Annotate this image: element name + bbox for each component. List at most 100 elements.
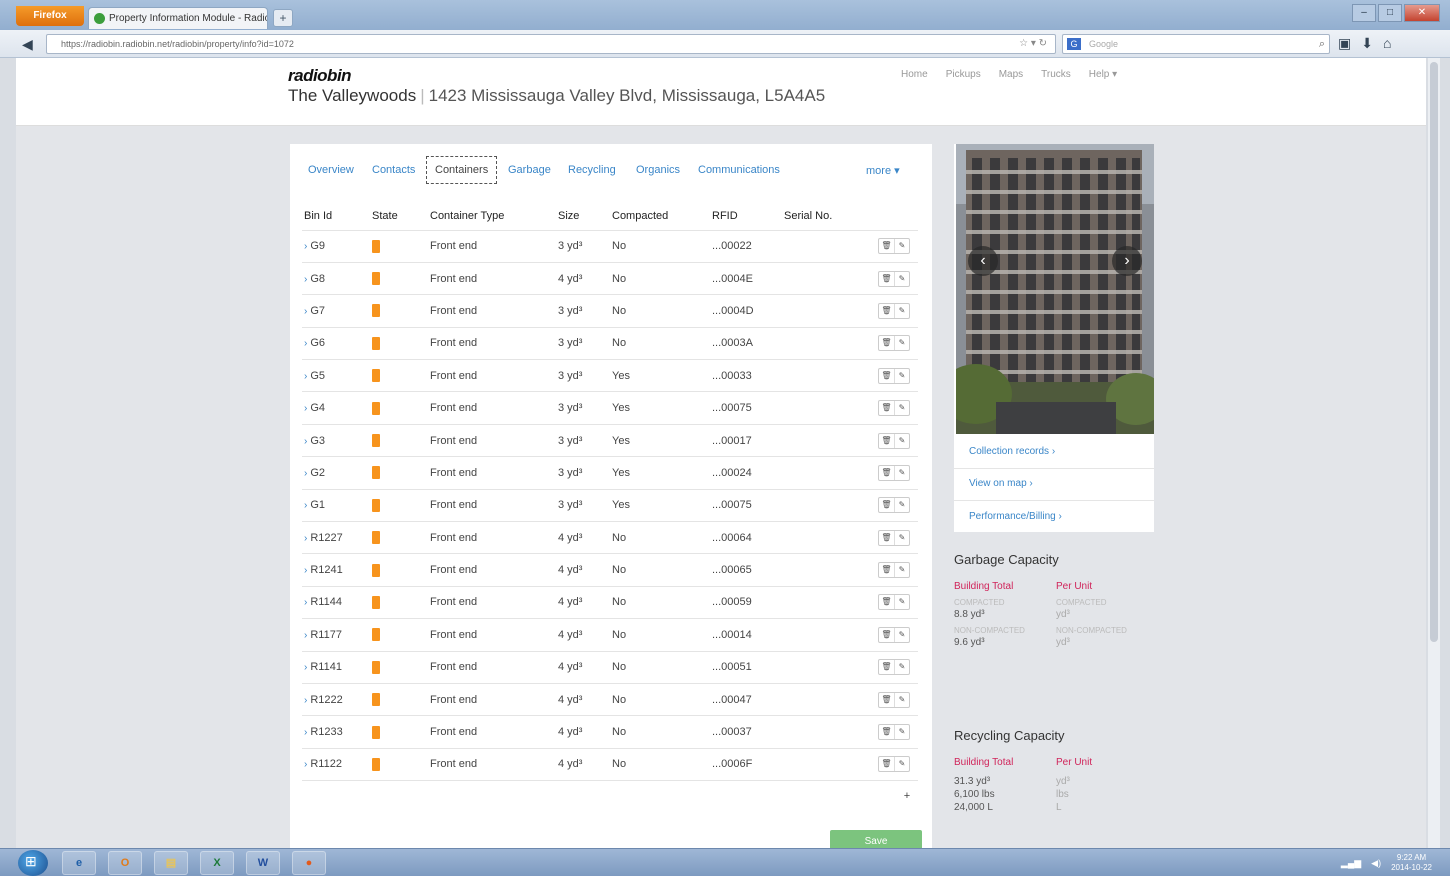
expand-chevron-icon[interactable]: › [304, 597, 307, 608]
edit-icon[interactable]: ✎ [894, 368, 909, 383]
bin-id-link[interactable]: R1227 [310, 532, 342, 544]
table-row[interactable]: › G3 Front end 3 yd³ Yes ...00017 🗑 ✎ [302, 423, 918, 457]
table-row[interactable]: › G8 Front end 4 yd³ No ...0004E 🗑 ✎ [302, 261, 918, 295]
add-container-button[interactable]: + [898, 790, 916, 806]
table-row[interactable]: › G7 Front end 3 yd³ No ...0004D 🗑 ✎ [302, 294, 918, 328]
bin-id-link[interactable]: R1122 [310, 758, 342, 770]
collection-records-link[interactable]: Collection records › [969, 446, 1055, 457]
firefox-menu-button[interactable]: Firefox [16, 6, 84, 26]
bin-id-cell[interactable]: › G3 [302, 423, 370, 457]
search-icon[interactable]: ⌕ [1319, 35, 1325, 53]
new-tab-button[interactable]: + [273, 9, 293, 27]
expand-chevron-icon[interactable]: › [304, 468, 307, 479]
edit-icon[interactable]: ✎ [894, 595, 909, 610]
table-row[interactable]: › R1233 Front end 4 yd³ No ...00037 🗑 ✎ [302, 715, 918, 749]
tab-recycling[interactable]: Recycling [568, 164, 616, 176]
table-row[interactable]: › R1222 Front end 4 yd³ No ...00047 🗑 ✎ [302, 682, 918, 716]
bin-id-link[interactable]: G3 [310, 435, 325, 447]
bin-id-link[interactable]: G9 [310, 240, 325, 252]
back-arrow-icon[interactable]: ◀ [22, 35, 40, 53]
reload-icon[interactable]: ☆ ▾ ↻ [1019, 35, 1047, 53]
expand-chevron-icon[interactable]: › [304, 403, 307, 414]
delete-icon[interactable]: 🗑 [879, 660, 894, 674]
delete-icon[interactable]: 🗑 [879, 369, 894, 383]
word-taskbar-icon[interactable]: W [246, 851, 280, 875]
delete-icon[interactable]: 🗑 [879, 595, 894, 609]
bin-id-link[interactable]: R1141 [310, 661, 342, 673]
table-row[interactable]: › G2 Front end 3 yd³ Yes ...00024 🗑 ✎ [302, 456, 918, 490]
clock[interactable]: 9:22 AM 2014-10-22 [1391, 853, 1432, 873]
bin-id-link[interactable]: G8 [310, 273, 325, 285]
edit-icon[interactable]: ✎ [894, 498, 909, 513]
delete-icon[interactable]: 🗑 [879, 401, 894, 415]
volume-icon[interactable]: ◀) [1371, 858, 1381, 869]
delete-icon[interactable]: 🗑 [879, 531, 894, 545]
save-button[interactable]: Save [830, 830, 922, 848]
bin-id-cell[interactable]: › G8 [302, 261, 370, 295]
url-bar[interactable]: https://radiobin.radiobin.net/radiobin/p… [46, 34, 1056, 54]
expand-chevron-icon[interactable]: › [304, 306, 307, 317]
table-row[interactable]: › R1122 Front end 4 yd³ No ...0006F 🗑 ✎ [302, 747, 918, 782]
radiobin-logo[interactable]: radiobin [288, 66, 352, 86]
table-row[interactable]: › R1141 Front end 4 yd³ No ...00051 🗑 ✎ [302, 650, 918, 684]
bin-id-link[interactable]: G1 [310, 499, 325, 511]
edit-icon[interactable]: ✎ [894, 336, 909, 351]
edit-icon[interactable]: ✎ [894, 757, 909, 772]
bin-id-cell[interactable]: › R1122 [302, 747, 370, 782]
home-icon[interactable]: ⌂ [1383, 35, 1391, 52]
edit-icon[interactable]: ✎ [894, 465, 909, 480]
bin-id-link[interactable]: G2 [310, 467, 325, 479]
table-row[interactable]: › G4 Front end 3 yd³ Yes ...00075 🗑 ✎ [302, 391, 918, 425]
start-button-icon[interactable] [18, 850, 48, 876]
network-icon[interactable]: ▂▄▆ [1341, 858, 1361, 869]
excel-taskbar-icon[interactable]: X [200, 851, 234, 875]
nav-trucks[interactable]: Trucks [1041, 69, 1071, 80]
bin-id-link[interactable]: G4 [310, 402, 325, 414]
view-on-map-link[interactable]: View on map › [969, 478, 1033, 489]
tab-garbage[interactable]: Garbage [508, 164, 551, 176]
expand-chevron-icon[interactable]: › [304, 338, 307, 349]
table-row[interactable]: › G6 Front end 3 yd³ No ...0003A 🗑 ✎ [302, 326, 918, 360]
minimize-icon[interactable]: – [1352, 4, 1376, 22]
tab-organics[interactable]: Organics [636, 164, 680, 176]
download-icon[interactable]: ⬇ [1361, 35, 1373, 52]
bin-id-link[interactable]: R1144 [310, 596, 342, 608]
tab-containers[interactable]: Containers [426, 156, 498, 184]
delete-icon[interactable]: 🗑 [879, 272, 894, 286]
bin-id-link[interactable]: G5 [310, 370, 325, 382]
bin-id-cell[interactable]: › G7 [302, 294, 370, 328]
bin-id-cell[interactable]: › R1222 [302, 682, 370, 716]
edit-icon[interactable]: ✎ [894, 303, 909, 318]
bin-id-cell[interactable]: › G5 [302, 359, 370, 392]
bin-id-link[interactable]: R1177 [310, 629, 342, 641]
col-state[interactable]: State [370, 202, 428, 230]
maximize-icon[interactable]: □ [1378, 4, 1402, 22]
delete-icon[interactable]: 🗑 [879, 757, 894, 771]
scrollbar-thumb[interactable] [1430, 62, 1438, 642]
nav-maps[interactable]: Maps [999, 69, 1023, 80]
tab-contacts[interactable]: Contacts [372, 164, 415, 176]
search-bar[interactable]: G Google ⌕ [1062, 34, 1330, 54]
ie-taskbar-icon[interactable]: e [62, 851, 96, 875]
page-scrollbar[interactable] [1428, 58, 1440, 848]
edit-icon[interactable]: ✎ [894, 563, 909, 578]
bin-id-link[interactable]: R1241 [310, 564, 342, 576]
expand-chevron-icon[interactable]: › [304, 436, 307, 447]
edit-icon[interactable]: ✎ [894, 239, 909, 254]
edit-icon[interactable]: ✎ [894, 271, 909, 286]
expand-chevron-icon[interactable]: › [304, 241, 307, 252]
tab-more[interactable]: more ▾ [866, 164, 900, 177]
delete-icon[interactable]: 🗑 [879, 693, 894, 707]
table-row[interactable]: › R1227 Front end 4 yd³ No ...00064 🗑 ✎ [302, 521, 918, 554]
edit-icon[interactable]: ✎ [894, 401, 909, 416]
bin-id-cell[interactable]: › R1233 [302, 715, 370, 749]
col-size[interactable]: Size [556, 202, 610, 230]
delete-icon[interactable]: 🗑 [879, 563, 894, 577]
delete-icon[interactable]: 🗑 [879, 304, 894, 318]
bin-id-link[interactable]: G6 [310, 337, 325, 349]
bin-id-cell[interactable]: › G2 [302, 456, 370, 490]
bin-id-link[interactable]: G7 [310, 305, 325, 317]
expand-chevron-icon[interactable]: › [304, 371, 307, 382]
bin-id-cell[interactable]: › R1227 [302, 521, 370, 554]
explorer-taskbar-icon[interactable]: ▤ [154, 851, 188, 875]
